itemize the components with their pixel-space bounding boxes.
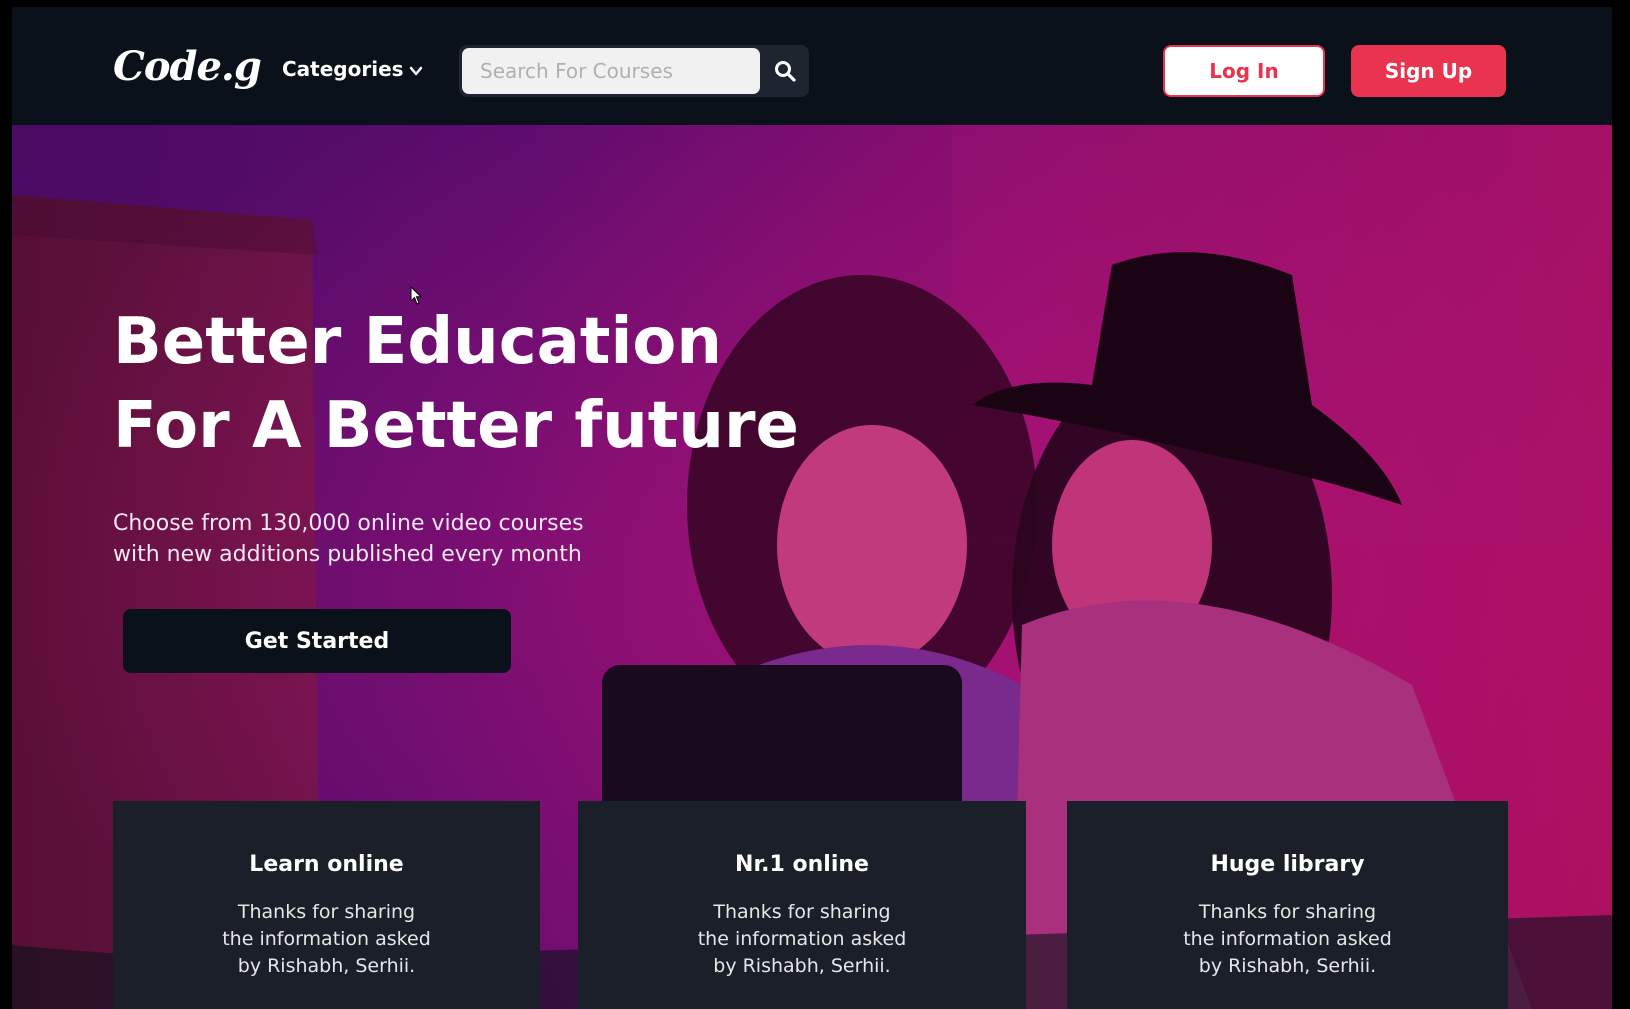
hero-title: Better Education For A Better future xyxy=(113,300,873,468)
categories-label: Categories xyxy=(282,57,404,81)
card-line-3: by Rishabh, Serhii. xyxy=(713,955,891,977)
card-title: Learn online xyxy=(249,852,404,877)
card-line-3: by Rishabh, Serhii. xyxy=(1198,955,1377,977)
card-description: Thanks for sharing the information asked… xyxy=(113,899,540,980)
card-description: Thanks for sharing the information asked… xyxy=(578,899,1026,980)
card-line-1: Thanks for sharing xyxy=(1198,901,1377,923)
search-input[interactable] xyxy=(462,48,760,94)
cursor-icon xyxy=(410,286,423,305)
card-description: Thanks for sharing the information asked… xyxy=(1067,899,1508,980)
card-line-2: the information asked xyxy=(697,928,907,950)
feature-card-learn-online: Learn online Thanks for sharing the info… xyxy=(113,801,540,1009)
categories-menu[interactable]: Categories xyxy=(282,57,424,81)
card-line-1: Thanks for sharing xyxy=(237,901,416,923)
top-navbar: Code.g Categories Log In Sign Up xyxy=(12,7,1612,125)
card-title: Huge library xyxy=(1210,852,1365,877)
signup-button[interactable]: Sign Up xyxy=(1351,45,1506,97)
hero-subtitle-line-2: with new additions published every month xyxy=(113,542,582,567)
get-started-button[interactable]: Get Started xyxy=(123,609,511,673)
hero-title-line-1: Better Education xyxy=(113,305,722,379)
card-title: Nr.1 online xyxy=(735,852,869,877)
feature-card-nr1-online: Nr.1 online Thanks for sharing the infor… xyxy=(578,801,1026,1009)
search-icon xyxy=(775,61,796,82)
hero-title-line-2: For A Better future xyxy=(113,389,799,463)
card-line-3: by Rishabh, Serhii. xyxy=(237,955,416,977)
card-line-1: Thanks for sharing xyxy=(713,901,891,923)
site-logo[interactable]: Code.g xyxy=(113,43,262,90)
page-frame: Code.g Categories Log In Sign Up xyxy=(12,7,1612,1009)
hero-subtitle-line-1: Choose from 130,000 online video courses xyxy=(113,511,584,536)
hero-subtitle: Choose from 130,000 online video courses… xyxy=(113,508,673,570)
card-line-2: the information asked xyxy=(1183,928,1392,950)
search-button[interactable] xyxy=(763,48,807,94)
chevron-down-icon xyxy=(409,66,422,76)
hero-section: Better Education For A Better future Cho… xyxy=(12,125,1612,1009)
card-line-2: the information asked xyxy=(222,928,431,950)
login-button[interactable]: Log In xyxy=(1163,45,1325,97)
feature-card-huge-library: Huge library Thanks for sharing the info… xyxy=(1067,801,1508,1009)
search-bar xyxy=(459,45,809,97)
